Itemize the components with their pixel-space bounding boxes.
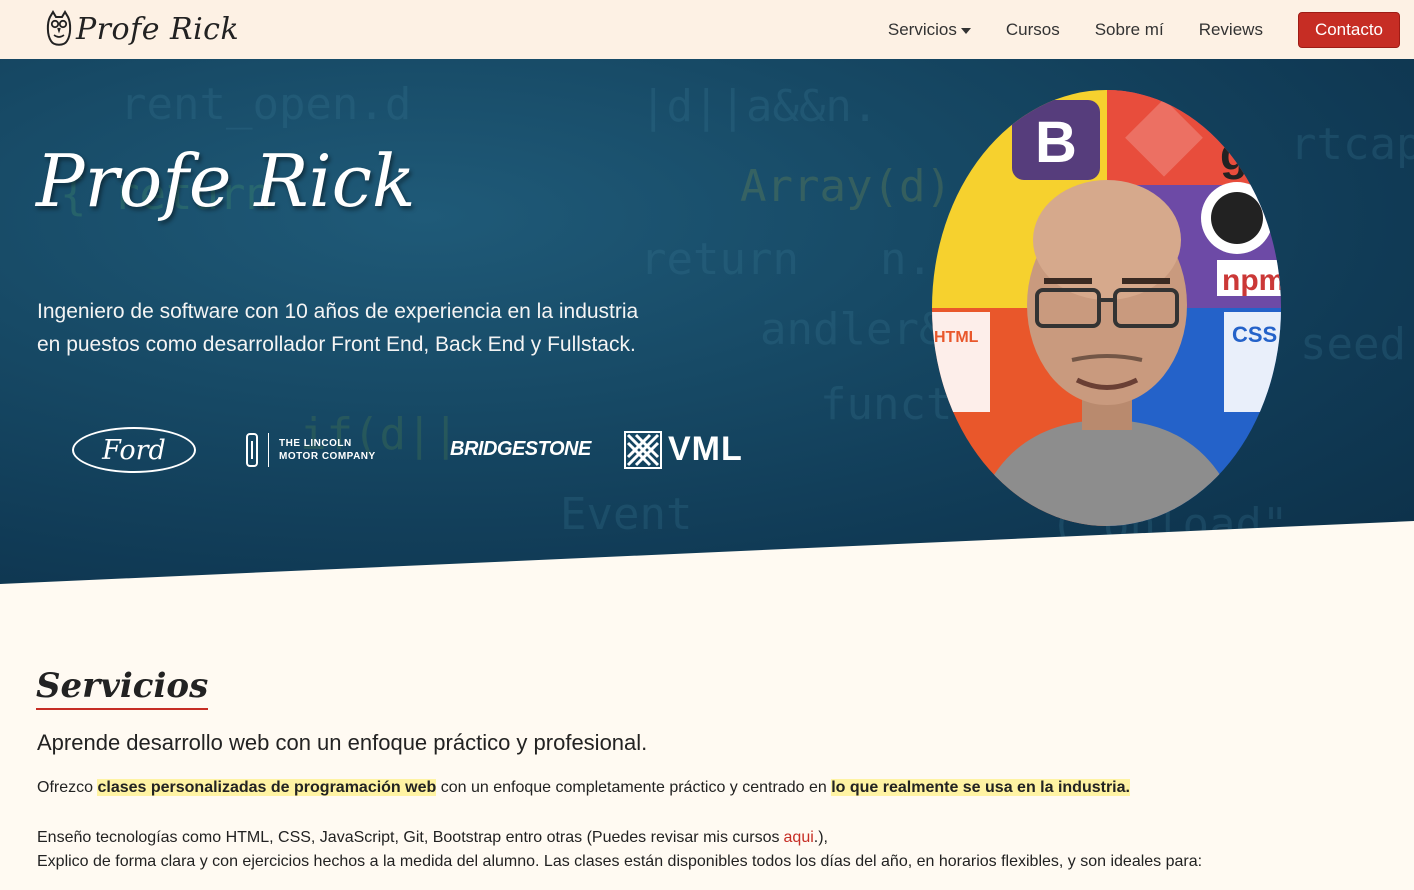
highlight-text: clases personalizadas de programación we… <box>97 779 437 796</box>
contact-button[interactable]: Contacto <box>1297 12 1400 48</box>
svg-text:Array(d): Array(d) <box>740 161 952 212</box>
git-tile-text: g <box>1220 128 1248 180</box>
nav-item-label: Servicios <box>887 20 957 39</box>
vml-logo: VML <box>624 430 743 469</box>
svg-text:rtcapture: rtcapture <box>1290 119 1414 170</box>
css-tile-text: CSS <box>1232 322 1277 347</box>
lincoln-star-icon <box>246 433 258 467</box>
hero-subtitle-line1: Ingeniero de software con 10 años de exp… <box>37 300 639 323</box>
nav-item-label: Reviews <box>1198 20 1263 39</box>
html-tile-text: HTML <box>934 329 979 346</box>
hero-title: Profe Rick <box>36 139 416 223</box>
highlight-text: lo que realmente se usa en la industria. <box>831 779 1130 796</box>
text: Ofrezco <box>37 779 98 796</box>
services-lead: Aprende desarrollo web con un enfoque pr… <box>37 730 648 755</box>
svg-text:rent_open.d: rent_open.d <box>120 79 411 130</box>
nav-item-reviews[interactable]: Reviews <box>1199 20 1263 40</box>
text: Explico de forma clara y con ejercicios … <box>37 853 1203 870</box>
nav-item-cursos[interactable]: Cursos <box>1006 20 1060 40</box>
top-navbar: Profe Rick Servicios Cursos Sobre mí Rev… <box>0 0 1414 60</box>
text: con un enfoque completamente práctico y … <box>436 779 832 796</box>
ford-logo: Ford <box>72 427 196 473</box>
services-paragraph-2: Enseño tecnologías como HTML, CSS, JavaS… <box>37 826 1397 874</box>
nav-item-servicios[interactable]: Servicios <box>888 20 971 40</box>
text: .), <box>813 829 828 846</box>
hero-subtitle: Ingeniero de software con 10 años de exp… <box>37 295 737 361</box>
hero-section: rent_open.d |d||a&&n. { return Array(d) … <box>0 59 1414 584</box>
hero-subtitle-line2: en puestos como desarrollador Front End,… <box>37 333 636 356</box>
main-nav: Servicios Cursos Sobre mí Reviews Contac… <box>888 12 1400 48</box>
lincoln-logo-text: THE LINCOLN MOTOR COMPANY <box>279 438 376 462</box>
nav-item-label: Sobre mí <box>1094 20 1164 39</box>
bootstrap-tile-text: B <box>1035 110 1077 175</box>
bridgestone-logo: BRIDGESTONE <box>450 438 591 460</box>
nav-item-sobre-mi[interactable]: Sobre mí <box>1095 20 1164 40</box>
divider <box>268 433 269 467</box>
nav-item-label: Cursos <box>1005 20 1060 39</box>
services-paragraph-1: Ofrezco clases personalizadas de program… <box>37 778 1397 798</box>
ford-logo-text: Ford <box>102 434 166 466</box>
courses-link[interactable]: aqui <box>784 829 814 846</box>
company-logos: Ford THE LINCOLN MOTOR COMPANY BRIDGESTO… <box>70 424 770 484</box>
svg-text:Event: Event <box>560 489 692 540</box>
text: Enseño tecnologías como HTML, CSS, JavaS… <box>37 829 780 846</box>
profile-photo: B g npm CSS HTML <box>932 90 1281 526</box>
vml-x-icon <box>624 430 662 469</box>
svg-text:n.: n. <box>880 234 933 285</box>
svg-text:seed: seed <box>1300 319 1406 370</box>
brand-logo[interactable]: Profe Rick <box>46 6 239 52</box>
npm-tile-text: npm <box>1222 264 1281 297</box>
svg-text:|d||a&&n.: |d||a&&n. <box>640 81 878 132</box>
caret-down-icon <box>960 28 971 34</box>
services-heading: Servicios <box>36 666 209 710</box>
vml-logo-text: VML <box>668 430 743 468</box>
brand-name: Profe Rick <box>76 11 240 47</box>
owl-icon <box>46 10 72 46</box>
lincoln-logo: THE LINCOLN MOTOR COMPANY <box>246 432 376 468</box>
svg-text:return: return <box>640 234 799 285</box>
